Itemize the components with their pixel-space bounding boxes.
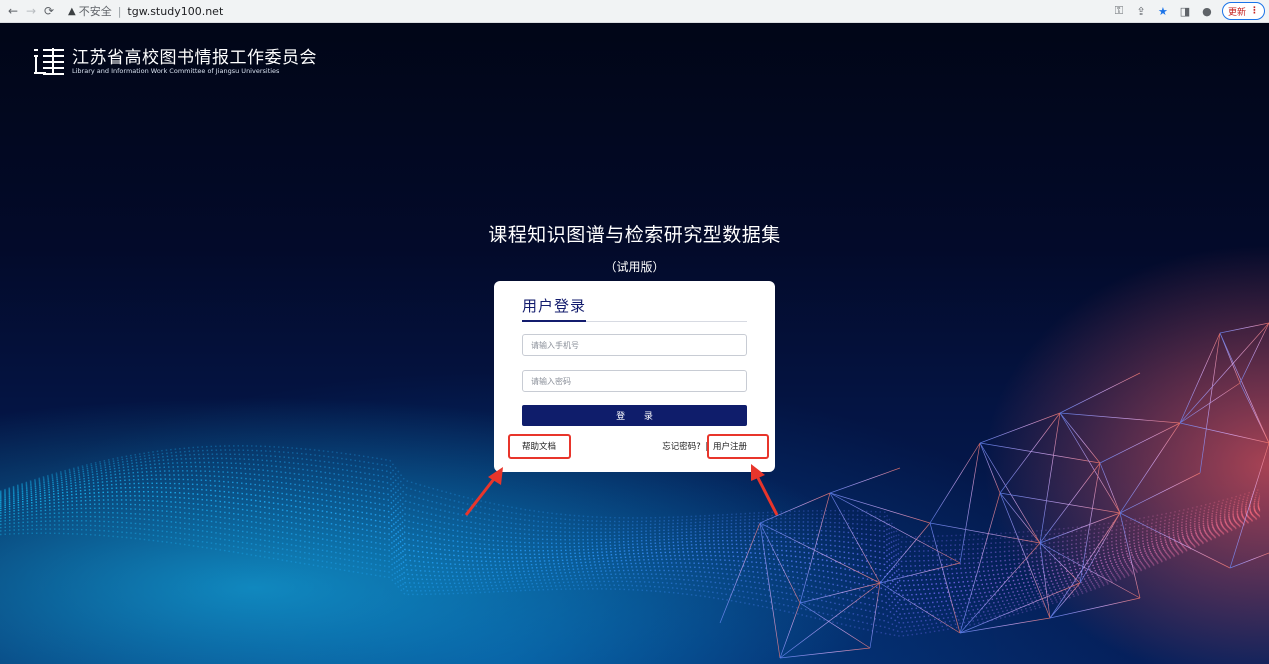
forgot-password-link[interactable]: 忘记密码? bbox=[662, 442, 701, 452]
login-card: 用户登录 登 录 帮助文档 忘记密码? | 用户注册 bbox=[494, 281, 775, 472]
address-bar[interactable]: ▲ 不安全 | tgw.study100.net bbox=[68, 2, 223, 20]
browser-toolbar: ← → ⟳ ▲ 不安全 | tgw.study100.net ⚿ ⇪ ★ ◨ ●… bbox=[0, 0, 1269, 23]
page-subtitle: （试用版） bbox=[604, 260, 665, 274]
warning-icon: ▲ bbox=[68, 5, 76, 17]
update-button[interactable]: 更新 ⋮ bbox=[1221, 2, 1265, 20]
logo-text: 江苏省高校图书情报工作委员会 Library and Information W… bbox=[72, 49, 317, 75]
menu-dots-icon: ⋮ bbox=[1250, 6, 1259, 16]
org-name-en: Library and Information Work Committee o… bbox=[72, 67, 280, 75]
url-text[interactable]: tgw.study100.net bbox=[127, 5, 223, 18]
address-separator: | bbox=[117, 4, 122, 18]
password-input[interactable] bbox=[522, 370, 747, 392]
bookmark-star-icon[interactable]: ★ bbox=[1152, 5, 1174, 18]
link-separator: | bbox=[705, 442, 709, 452]
help-docs-link[interactable]: 帮助文档 bbox=[522, 440, 556, 452]
login-heading: 用户登录 bbox=[522, 295, 587, 322]
profile-icon[interactable]: ● bbox=[1196, 5, 1218, 18]
share-icon[interactable]: ⇪ bbox=[1130, 5, 1152, 18]
login-card-header: 用户登录 bbox=[522, 295, 747, 322]
register-link[interactable]: 用户注册 bbox=[713, 442, 747, 452]
key-icon[interactable]: ⚿ bbox=[1108, 4, 1130, 18]
security-label: 不安全 bbox=[78, 5, 112, 18]
logo-icon bbox=[34, 48, 64, 75]
account-links: 忘记密码? | 用户注册 bbox=[662, 440, 747, 452]
login-page: 江苏省高校图书情报工作委员会 Library and Information W… bbox=[0, 23, 1269, 664]
phone-input[interactable] bbox=[522, 334, 747, 356]
org-name-cn: 江苏省高校图书情报工作委员会 bbox=[72, 48, 317, 68]
reload-icon[interactable]: ⟳ bbox=[40, 4, 58, 18]
toolbar-actions: ⚿ ⇪ ★ ◨ ● 更新 ⋮ bbox=[1108, 2, 1269, 20]
side-panel-icon[interactable]: ◨ bbox=[1174, 5, 1196, 18]
login-button[interactable]: 登 录 bbox=[522, 405, 747, 426]
update-label: 更新 bbox=[1227, 7, 1246, 18]
back-icon[interactable]: ← bbox=[4, 4, 22, 18]
org-logo: 江苏省高校图书情报工作委员会 Library and Information W… bbox=[32, 47, 317, 77]
forward-icon[interactable]: → bbox=[22, 4, 40, 18]
page-title: 课程知识图谱与检索研究型数据集 bbox=[488, 224, 781, 246]
